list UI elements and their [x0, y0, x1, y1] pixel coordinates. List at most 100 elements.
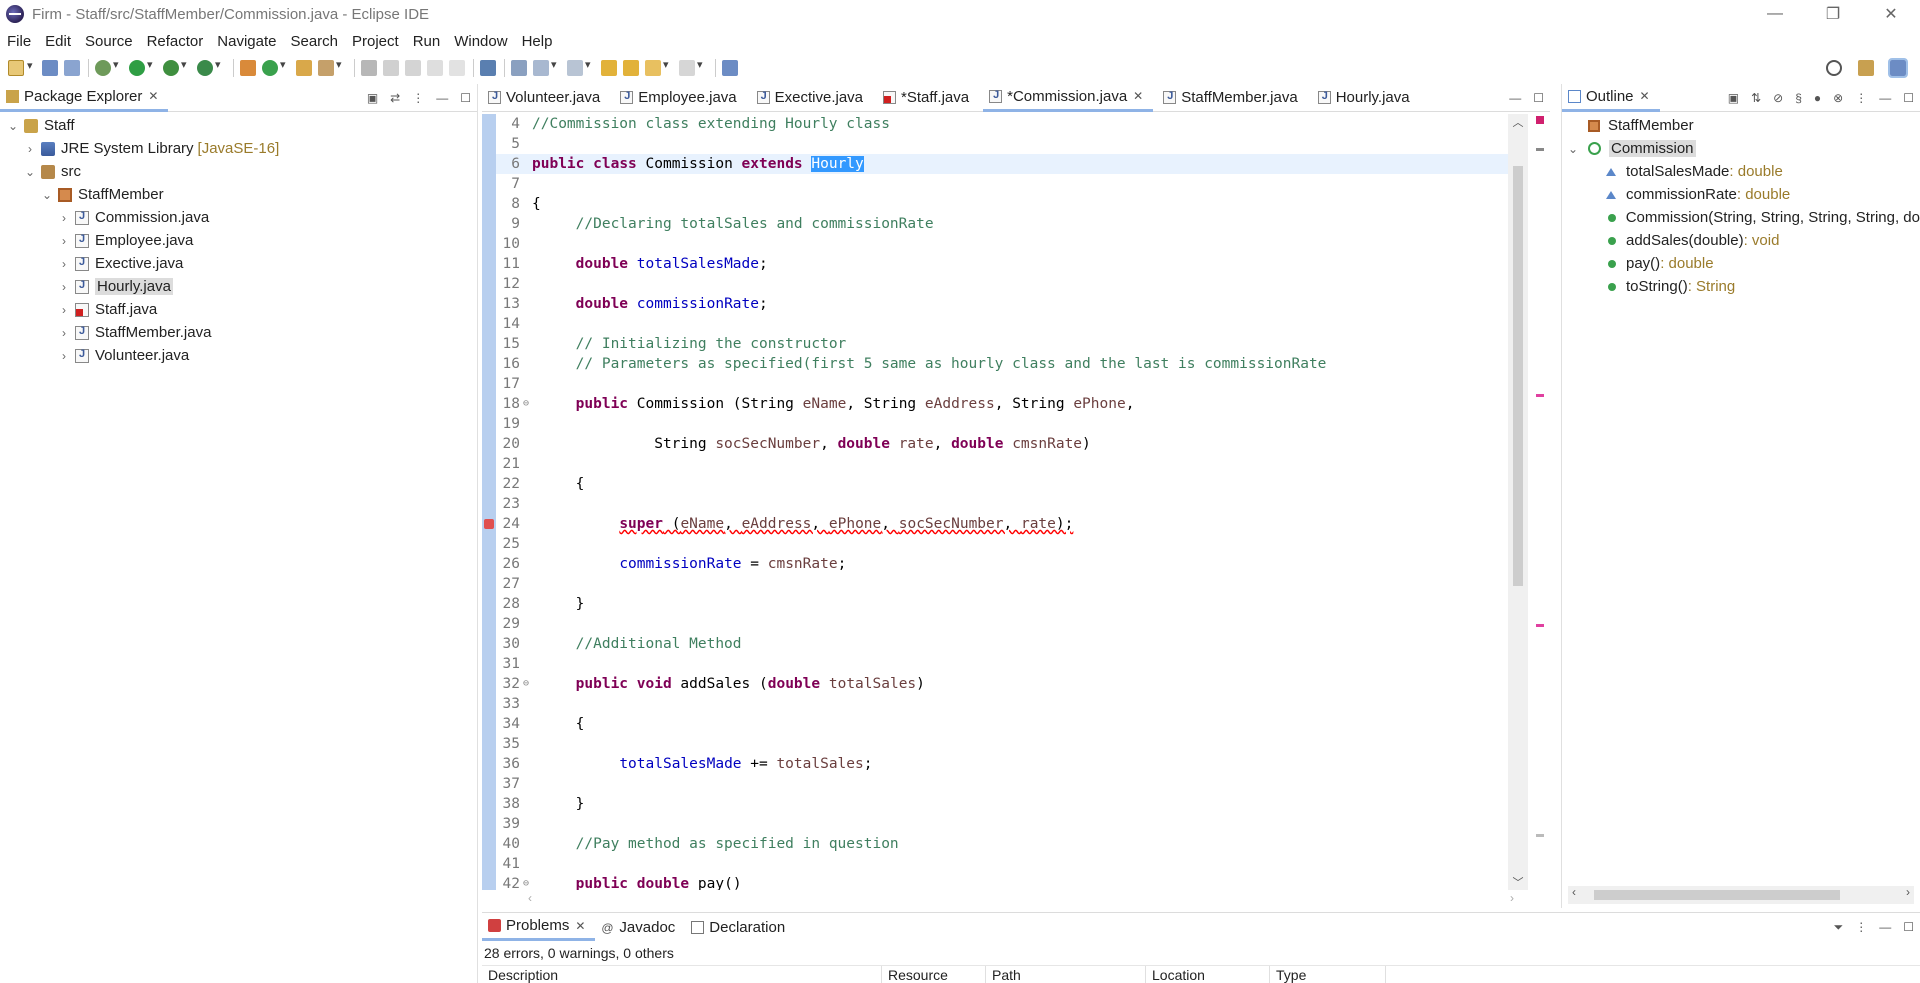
coverage-icon[interactable]	[163, 58, 187, 76]
collapse-all-icon[interactable]: ▣	[367, 91, 378, 105]
menu-run[interactable]: Run	[406, 33, 448, 50]
run-icon[interactable]	[129, 58, 153, 76]
outline-item[interactable]: ⌄ Commission	[1562, 137, 1920, 160]
outline-item[interactable]: addSales(double) : void	[1562, 229, 1920, 252]
overview-marker[interactable]	[1536, 834, 1544, 837]
code-line[interactable]: 7	[496, 174, 1510, 194]
view-menu-icon[interactable]: ⋮	[412, 91, 424, 105]
minimize-editor-icon[interactable]: —	[1509, 91, 1521, 105]
tree-item[interactable]: › StaffMember.java	[0, 321, 477, 344]
code-line[interactable]: 8{	[496, 194, 1510, 214]
collapsed-chevron-icon[interactable]: ›	[57, 234, 71, 248]
code-area[interactable]: 4 //Commission class extending Hourly cla…	[482, 114, 1550, 890]
menu-search[interactable]: Search	[283, 33, 345, 50]
code-line[interactable]: 29	[496, 614, 1510, 634]
tree-item[interactable]: › Exective.java	[0, 252, 477, 275]
filter-icon[interactable]: ⏷	[1834, 920, 1844, 935]
outline-item[interactable]: pay() : double	[1562, 252, 1920, 275]
code-line[interactable]: 33	[496, 694, 1510, 714]
link-with-editor-icon[interactable]: ⇄	[390, 91, 400, 105]
view-menu-icon[interactable]: ⋮	[1855, 920, 1867, 934]
close-icon[interactable]: ✕	[1133, 89, 1143, 103]
column-type[interactable]: Type	[1270, 966, 1386, 983]
code-line[interactable]: 31	[496, 654, 1510, 674]
code-line[interactable]: 9 //Declaring totalSales and commissionR…	[496, 214, 1510, 234]
tree-item[interactable]: › Hourly.java	[0, 275, 477, 298]
scroll-down-icon[interactable]: ﹀	[1508, 874, 1528, 890]
expanded-chevron-icon[interactable]: ⌄	[23, 165, 37, 179]
maximize-view-icon[interactable]: ☐	[1903, 920, 1914, 934]
pin-editor-icon[interactable]	[722, 60, 738, 76]
minimize-view-icon[interactable]: —	[1879, 91, 1891, 105]
tab-outline[interactable]: Outline ✕	[1562, 84, 1660, 112]
outline-item[interactable]: commissionRate : double	[1562, 183, 1920, 206]
collapsed-chevron-icon[interactable]: ›	[23, 142, 37, 156]
forward-icon[interactable]	[623, 60, 639, 76]
view-menu-icon[interactable]: ⋮	[1855, 91, 1867, 105]
outline-item[interactable]: toString() : String	[1562, 275, 1920, 298]
tree-item[interactable]: › Staff.java	[0, 298, 477, 321]
editor-scroll-thumb[interactable]	[1513, 166, 1523, 586]
overview-marker[interactable]	[1536, 148, 1544, 151]
scroll-right-icon[interactable]: ›	[1510, 891, 1514, 905]
collapsed-chevron-icon[interactable]: ›	[57, 280, 71, 294]
code-line[interactable]: 15 // Initializing the constructor	[496, 334, 1510, 354]
scroll-left-icon[interactable]: ‹	[1572, 885, 1576, 899]
code-line[interactable]: 24 super (eName, eAddress, ePhone, socSe…	[496, 514, 1510, 534]
hide-fields-icon[interactable]: ⊘	[1773, 91, 1783, 105]
code-line[interactable]: 10	[496, 234, 1510, 254]
code-line[interactable]: 18 ⊖ public Commission (String eName, Str…	[496, 394, 1510, 414]
hide-non-public-icon[interactable]: ●	[1814, 91, 1821, 105]
overview-ruler[interactable]	[1530, 114, 1550, 890]
java-perspective-icon[interactable]	[1888, 58, 1908, 78]
collapse-all-icon[interactable]: ▣	[1728, 91, 1739, 105]
code-lines[interactable]: 4 //Commission class extending Hourly cla…	[496, 114, 1510, 890]
collapsed-chevron-icon[interactable]: ›	[57, 303, 71, 317]
debug-icon[interactable]	[95, 58, 119, 76]
code-line[interactable]: 28 }	[496, 594, 1510, 614]
external-tools-icon[interactable]	[197, 58, 221, 76]
save-all-icon[interactable]	[64, 60, 80, 76]
navigate-forward-icon[interactable]	[679, 58, 703, 76]
code-line[interactable]: 41	[496, 854, 1510, 874]
open-type-icon[interactable]	[296, 60, 312, 76]
code-line[interactable]: 25	[496, 534, 1510, 554]
code-line[interactable]: 27	[496, 574, 1510, 594]
code-line[interactable]: 26 commissionRate = cmsnRate;	[496, 554, 1510, 574]
tree-item[interactable]: › Employee.java	[0, 229, 477, 252]
collapsed-chevron-icon[interactable]: ›	[57, 211, 71, 225]
outline-item[interactable]: totalSalesMade : double	[1562, 160, 1920, 183]
menu-help[interactable]: Help	[515, 33, 560, 50]
restore-button[interactable]: ❐	[1804, 0, 1862, 28]
tab-declaration[interactable]: Declaration	[685, 913, 795, 941]
code-line[interactable]: 40 //Pay method as specified in question	[496, 834, 1510, 854]
code-line[interactable]: 16 // Parameters as specified(first 5 sa…	[496, 354, 1510, 374]
close-window-button[interactable]: ✕	[1862, 0, 1920, 28]
code-line[interactable]: 6 public class Commission extends Hourly	[496, 154, 1510, 174]
next-annotation-icon[interactable]	[511, 60, 527, 76]
tree-item[interactable]: › Volunteer.java	[0, 344, 477, 367]
save-icon[interactable]	[42, 60, 58, 76]
code-line[interactable]: 32 ⊖ public void addSales (double totalSa…	[496, 674, 1510, 694]
tree-item[interactable]: ⌄ src	[0, 160, 477, 183]
editor-horizontal-scrollbar[interactable]: ‹ ›	[522, 890, 1520, 908]
tree-item[interactable]: ⌄ StaffMember	[0, 183, 477, 206]
code-line[interactable]: 39	[496, 814, 1510, 834]
tab-package-explorer[interactable]: Package Explorer ✕	[0, 84, 169, 112]
show-whitespace-icon[interactable]	[427, 60, 443, 76]
tab-problems[interactable]: Problems ✕	[482, 913, 596, 941]
tree-item[interactable]: ⌄ Staff	[0, 114, 477, 137]
code-line[interactable]: 23	[496, 494, 1510, 514]
expanded-chevron-icon[interactable]: ⌄	[40, 188, 54, 202]
menu-window[interactable]: Window	[447, 33, 514, 50]
code-line[interactable]: 19	[496, 414, 1510, 434]
outline-item[interactable]: Commission(String, String, String, Strin…	[1562, 206, 1920, 229]
hide-local-types-icon[interactable]: ⊗	[1833, 91, 1843, 105]
fold-toggle-icon[interactable]: ⊖	[520, 674, 532, 694]
editor-tab[interactable]: Exective.java	[751, 84, 873, 112]
editor-tab[interactable]: Employee.java	[614, 84, 746, 112]
new-java-class-icon[interactable]	[262, 58, 286, 76]
search-icon[interactable]	[1826, 60, 1842, 76]
code-line[interactable]: 20 String socSecNumber, double rate, dou…	[496, 434, 1510, 454]
menu-project[interactable]: Project	[345, 33, 406, 50]
